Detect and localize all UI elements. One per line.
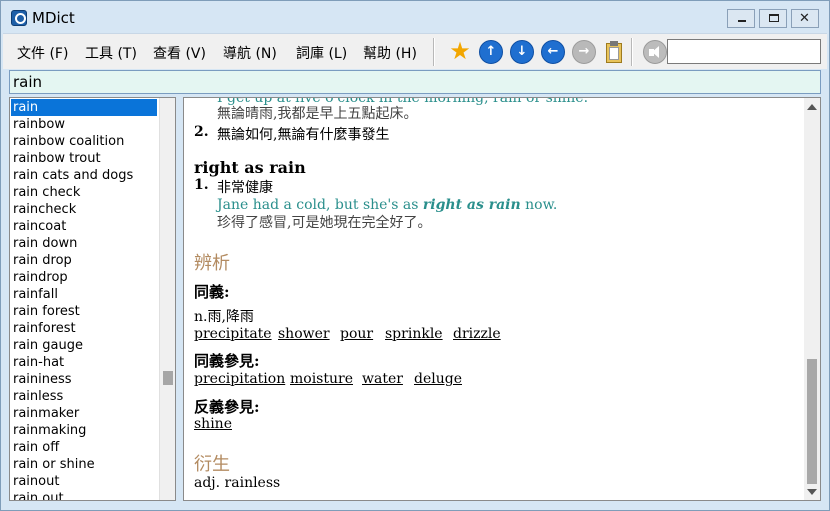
menu-file[interactable]: 文件 (F) bbox=[17, 43, 68, 63]
arrow-back-icon[interactable]: ← bbox=[541, 40, 565, 64]
title-bar[interactable]: MDict ✕ bbox=[1, 1, 829, 33]
antonym-label: 反義參見: bbox=[194, 398, 260, 416]
search-input[interactable] bbox=[9, 70, 821, 94]
list-item[interactable]: rain out bbox=[11, 490, 157, 500]
list-item[interactable]: rainforest bbox=[11, 320, 157, 337]
maximize-icon bbox=[769, 14, 779, 22]
synonym-link[interactable]: sprinkle bbox=[385, 326, 443, 342]
app-window: MDict ✕ 文件 (F) 工具 (T) 查看 (V) 導航 (N) 詞庫 (… bbox=[0, 0, 830, 511]
example-highlight: right as rain bbox=[422, 197, 521, 213]
minimize-button[interactable] bbox=[727, 9, 755, 28]
word-list-scrollbar[interactable] bbox=[159, 98, 175, 500]
content-scrollbar[interactable] bbox=[804, 98, 820, 500]
synonym-link[interactable]: drizzle bbox=[453, 326, 501, 342]
example-text: Jane had a cold, but she's as bbox=[217, 197, 423, 213]
scroll-up-icon[interactable] bbox=[807, 104, 817, 110]
minimize-icon bbox=[738, 20, 746, 22]
see-also-link[interactable]: water bbox=[362, 371, 403, 387]
derivation-text: adj. rainless bbox=[194, 475, 281, 491]
list-item[interactable]: raincheck bbox=[11, 201, 157, 218]
list-item[interactable]: rainbow trout bbox=[11, 150, 157, 167]
sense-number: 2. bbox=[194, 124, 209, 140]
clipboard-icon[interactable] bbox=[602, 40, 626, 64]
list-item[interactable]: rain cats and dogs bbox=[11, 167, 157, 184]
example-translation: 無論晴雨,我都是早上五點起床。 bbox=[217, 106, 418, 122]
arrow-down-icon[interactable]: ↓ bbox=[510, 40, 534, 64]
sense-definition: 非常健康 bbox=[217, 180, 273, 196]
scrollbar-thumb[interactable] bbox=[163, 371, 173, 385]
see-also-link[interactable]: moisture bbox=[290, 371, 353, 387]
list-item[interactable]: rain gauge bbox=[11, 337, 157, 354]
list-item[interactable]: rainout bbox=[11, 473, 157, 490]
synonym-definition: n.雨,降雨 bbox=[194, 309, 254, 325]
clipboard-clip bbox=[610, 41, 618, 46]
section-heading-analysis: 辨析 bbox=[194, 253, 230, 274]
speaker-icon[interactable] bbox=[643, 40, 667, 64]
window-title: MDict bbox=[32, 9, 75, 27]
list-item[interactable]: rainbow coalition bbox=[11, 133, 157, 150]
scroll-down-icon[interactable] bbox=[807, 489, 817, 495]
scrollbar-thumb[interactable] bbox=[807, 359, 817, 484]
toolbar-separator bbox=[631, 38, 633, 66]
example-translation: 珍得了感冒,可是她現在完全好了。 bbox=[217, 215, 432, 231]
example-text: now. bbox=[520, 197, 558, 213]
list-item[interactable]: rainfall bbox=[11, 286, 157, 303]
menu-help[interactable]: 幫助 (H) bbox=[363, 43, 417, 63]
synonym-label: 同義: bbox=[194, 283, 230, 301]
see-also-link[interactable]: precipitation bbox=[194, 371, 285, 387]
list-item[interactable]: rain-hat bbox=[11, 354, 157, 371]
toolbar-separator bbox=[433, 38, 435, 66]
list-item[interactable]: rain or shine bbox=[11, 456, 157, 473]
synonym-link[interactable]: shower bbox=[278, 326, 330, 342]
list-item[interactable]: rain down bbox=[11, 235, 157, 252]
menu-view[interactable]: 查看 (V) bbox=[153, 43, 206, 63]
menu-tools[interactable]: 工具 (T) bbox=[85, 43, 137, 63]
arrow-forward-icon[interactable]: → bbox=[572, 40, 596, 64]
mdict-icon bbox=[11, 10, 27, 26]
list-item[interactable]: rainless bbox=[11, 388, 157, 405]
close-icon: ✕ bbox=[799, 11, 810, 26]
list-item[interactable]: raininess bbox=[11, 371, 157, 388]
menu-navigate[interactable]: 導航 (N) bbox=[223, 43, 277, 63]
maximize-button[interactable] bbox=[759, 9, 787, 28]
list-item[interactable]: rain bbox=[11, 99, 157, 116]
list-item[interactable]: rainmaking bbox=[11, 422, 157, 439]
sense-definition: 無論如何,無論有什麼事發生 bbox=[217, 127, 390, 143]
antonym-link[interactable]: shine bbox=[194, 416, 232, 432]
section-heading-derivation: 衍生 bbox=[194, 454, 230, 475]
see-also-link[interactable]: deluge bbox=[414, 371, 462, 387]
example-sentence: Jane had a cold, but she's as right as r… bbox=[217, 197, 557, 213]
toolbar-search-input[interactable] bbox=[667, 39, 821, 64]
list-item[interactable]: rain check bbox=[11, 184, 157, 201]
sense-number: 1. bbox=[194, 177, 209, 193]
list-item[interactable]: rain off bbox=[11, 439, 157, 456]
see-also-label: 同義參見: bbox=[194, 352, 260, 370]
clipboard-paper bbox=[609, 47, 619, 60]
menu-library[interactable]: 詞庫 (L) bbox=[296, 43, 347, 63]
list-item[interactable]: raincoat bbox=[11, 218, 157, 235]
word-list[interactable]: rain rainbow rainbow coalition rainbow t… bbox=[9, 97, 176, 501]
close-button[interactable]: ✕ bbox=[791, 9, 819, 28]
menu-bar: 文件 (F) 工具 (T) 查看 (V) 導航 (N) 詞庫 (L) 幫助 (H… bbox=[3, 33, 827, 69]
list-item[interactable]: rainbow bbox=[11, 116, 157, 133]
phrase-heading: right as rain bbox=[194, 158, 306, 177]
definition-panel: I get up at five o'clock in the morning,… bbox=[183, 97, 821, 501]
list-item[interactable]: rainmaker bbox=[11, 405, 157, 422]
star-icon[interactable]: ★ bbox=[448, 39, 472, 64]
synonym-link[interactable]: precipitate bbox=[194, 326, 272, 342]
list-item[interactable]: rain drop bbox=[11, 252, 157, 269]
list-item[interactable]: rain forest bbox=[11, 303, 157, 320]
list-item[interactable]: raindrop bbox=[11, 269, 157, 286]
arrow-up-icon[interactable]: ↑ bbox=[479, 40, 503, 64]
synonym-link[interactable]: pour bbox=[340, 326, 373, 342]
